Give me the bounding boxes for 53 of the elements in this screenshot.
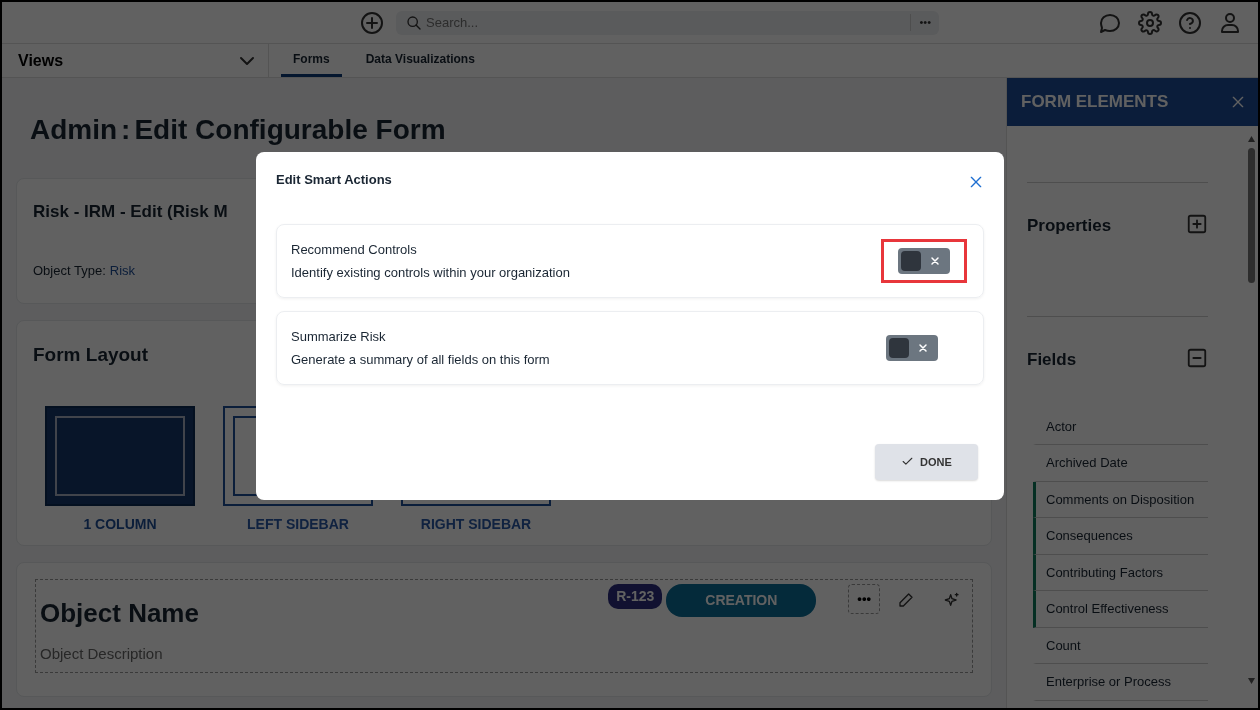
layout-option[interactable] — [45, 405, 195, 506]
panel-title: FORM ELEMENTS — [1021, 91, 1169, 114]
object-type-label: Object Type: — [33, 261, 106, 280]
layout-label: LEFT SIDEBAR — [246, 514, 350, 534]
settings-icon[interactable] — [1138, 10, 1162, 35]
field-item[interactable]: Actor — [1033, 408, 1208, 445]
chevron-down-icon — [240, 56, 254, 65]
field-item[interactable]: Archived Date — [1033, 445, 1208, 482]
toggle-switch[interactable] — [886, 335, 938, 361]
field-item[interactable]: Control Effectiveness — [1033, 591, 1208, 628]
collapse-icon[interactable] — [1186, 347, 1208, 369]
modal-title: Edit Smart Actions — [276, 171, 392, 189]
section-title: Form Layout — [33, 343, 149, 367]
object-type-link[interactable]: Risk — [109, 260, 136, 280]
toggle-switch[interactable] — [898, 248, 950, 274]
title-separator: : — [121, 113, 131, 147]
add-button[interactable] — [360, 10, 384, 35]
form-name: Risk - IRM - Edit (Risk M — [33, 201, 228, 223]
close-icon[interactable] — [968, 174, 984, 190]
layout-label: RIGHT SIDEBAR — [419, 514, 533, 534]
page-title: Edit Configurable Form — [134, 113, 446, 147]
tab[interactable]: Forms — [281, 44, 342, 77]
more-button[interactable]: ••• — [910, 14, 939, 31]
add-icon — [360, 10, 384, 35]
help-icon[interactable] — [1178, 10, 1202, 35]
close-icon[interactable] — [1230, 94, 1246, 110]
action-description: Generate a summary of all fields on this form — [291, 351, 550, 369]
field-item[interactable]: Count — [1033, 627, 1208, 664]
expand-icon[interactable] — [1186, 213, 1208, 235]
x-icon — [929, 255, 941, 267]
x-icon — [917, 342, 929, 354]
object-name: Object Name — [40, 597, 199, 630]
action-name: Summarize Risk — [291, 327, 387, 346]
record-id-badge: R-123 — [608, 584, 663, 609]
more-button[interactable]: ••• — [848, 584, 880, 614]
field-item[interactable]: Consequences — [1033, 518, 1208, 555]
workflow-state-badge: CREATION — [666, 584, 817, 617]
user-icon[interactable] — [1218, 10, 1242, 35]
layout-label: 1 COLUMN — [82, 514, 158, 534]
sparkle-icon[interactable] — [944, 592, 960, 608]
field-item[interactable]: Contributing Factors — [1033, 554, 1208, 591]
object-description: Object Description — [40, 644, 164, 664]
done-button[interactable]: DONE — [875, 444, 978, 480]
tab[interactable]: Data Visualizations — [353, 44, 487, 77]
pencil-icon[interactable] — [898, 592, 914, 608]
search-icon — [406, 14, 422, 31]
section-title: Fields — [1027, 349, 1077, 371]
page-title-prefix: Admin — [30, 113, 118, 147]
field-item[interactable]: Comments on Disposition — [1033, 481, 1208, 518]
action-description: Identify existing controls within your organization — [291, 264, 570, 282]
action-name: Recommend Controls — [291, 240, 418, 259]
section-title: Properties — [1027, 215, 1112, 237]
field-item[interactable]: Enterprise or Process — [1033, 664, 1208, 701]
